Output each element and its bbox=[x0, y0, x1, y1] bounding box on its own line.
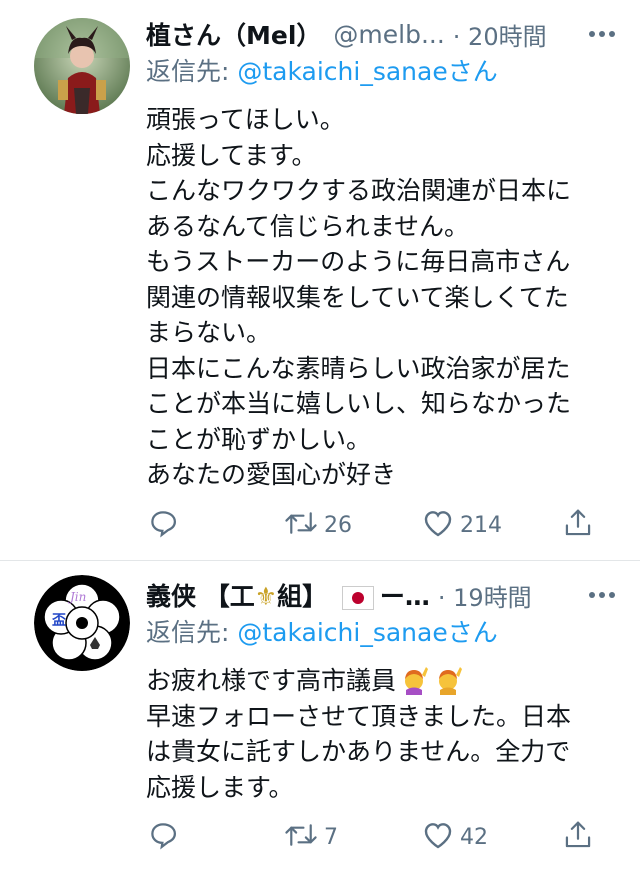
tweet-text: 頑張ってほしい。 応援してます。 こんなワクワクする政治関連が日本に あるなんて… bbox=[146, 105, 572, 489]
more-icon[interactable] bbox=[588, 575, 616, 615]
heart-icon bbox=[422, 820, 454, 854]
retweet-icon bbox=[284, 820, 318, 854]
tweet-text-rest: 早速フォローさせて頂きました。日本 は貴女に託すしかありません。全力で 応援しま… bbox=[146, 701, 572, 802]
retweet-count: 26 bbox=[324, 512, 352, 538]
avatar[interactable] bbox=[34, 18, 130, 114]
reply-icon bbox=[148, 508, 178, 542]
tweet-actions: 7 42 bbox=[0, 817, 640, 857]
reply-prefix: 返信先: bbox=[146, 618, 238, 647]
reply-context: 返信先: @takaichi_sanaeさん bbox=[146, 613, 624, 653]
like-count: 214 bbox=[460, 512, 502, 538]
reply-prefix: 返信先: bbox=[146, 57, 238, 86]
retweet-button[interactable]: 7 bbox=[284, 817, 338, 857]
share-button[interactable] bbox=[563, 817, 593, 857]
tweet-text: お疲れ様です高市議員 早速フォローさせて頂きました。日本 は貴女に託すしかありま… bbox=[146, 663, 624, 805]
reply-mention-link[interactable]: @takaichi_sanaeさん bbox=[237, 57, 497, 86]
reply-button[interactable] bbox=[148, 505, 178, 545]
like-button[interactable]: 214 bbox=[422, 505, 502, 545]
share-icon bbox=[563, 507, 593, 543]
user-handle[interactable]: @melb... bbox=[333, 20, 444, 49]
reply-button[interactable] bbox=[148, 817, 178, 857]
retweet-count: 7 bbox=[324, 824, 338, 850]
share-icon bbox=[563, 819, 593, 855]
display-name-suffix: 組】 bbox=[277, 582, 328, 611]
tweet[interactable]: 盃 Jin 義侠 【工⚜組】 ー… · 19時間 返信先: @takaichi_… bbox=[0, 561, 640, 868]
timestamp[interactable]: · 20時間 bbox=[453, 17, 547, 52]
tweet-text-line1: お疲れ様です高市議員 bbox=[146, 666, 397, 695]
heart-icon bbox=[422, 508, 454, 542]
like-button[interactable]: 42 bbox=[422, 817, 488, 857]
tweet-actions: 26 214 bbox=[0, 505, 640, 545]
avatar[interactable]: 盃 Jin bbox=[34, 575, 130, 671]
reply-icon bbox=[148, 820, 178, 854]
display-name-tail: ー… bbox=[379, 582, 430, 611]
timestamp[interactable]: · 19時間 bbox=[438, 578, 532, 613]
retweet-button[interactable]: 26 bbox=[284, 505, 352, 545]
like-count: 42 bbox=[460, 824, 488, 850]
display-name-prefix: 義侠 【工 bbox=[146, 582, 255, 611]
fleur-de-lis-icon: ⚜ bbox=[254, 582, 278, 611]
retweet-icon bbox=[284, 508, 318, 542]
reply-mention-link[interactable]: @takaichi_sanaeさん bbox=[237, 618, 497, 647]
tweet[interactable]: 植さん（Mel） @melb... · 20時間 返信先: @takaichi_… bbox=[0, 0, 640, 561]
avatar-script: Jin bbox=[67, 590, 86, 604]
japan-flag-icon bbox=[341, 586, 374, 610]
display-name[interactable]: 植さん（Mel） bbox=[146, 16, 321, 52]
raising-hand-emoji-icon bbox=[405, 667, 429, 695]
avatar-kanji: 盃 bbox=[52, 613, 66, 629]
display-name[interactable]: 義侠 【工⚜組】 ー… bbox=[146, 577, 430, 613]
raising-hand-emoji-icon bbox=[439, 667, 463, 695]
share-button[interactable] bbox=[563, 505, 593, 545]
reply-context: 返信先: @takaichi_sanaeさん bbox=[146, 52, 624, 92]
more-icon[interactable] bbox=[588, 14, 616, 54]
